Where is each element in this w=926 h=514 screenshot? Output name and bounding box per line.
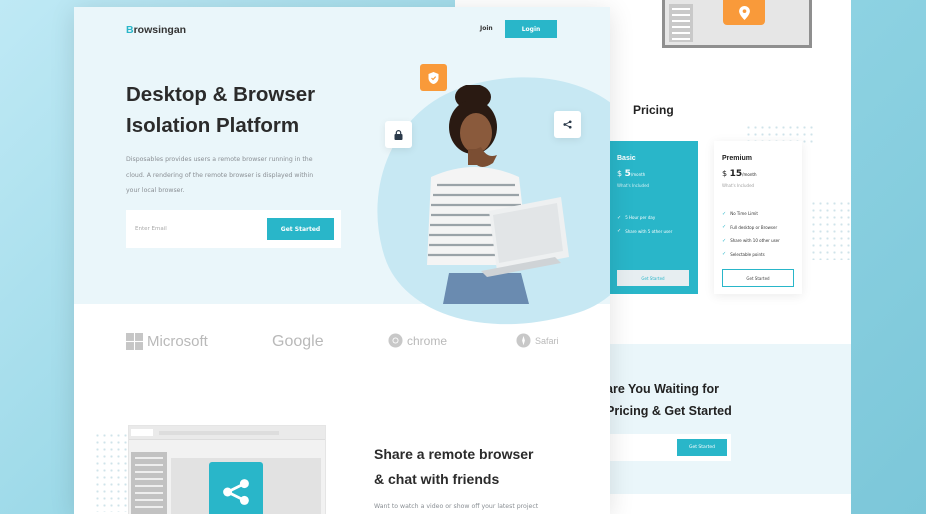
get-started-button[interactable]: Get Started	[267, 218, 334, 240]
plan-feature: ✓ No Time Limit	[722, 210, 758, 217]
landing-page: Browsingan Join Login Desktop & Browser …	[74, 7, 610, 514]
plan-price: $ 5/month	[617, 169, 646, 179]
login-button[interactable]: Login	[505, 20, 557, 38]
join-link[interactable]: Join	[480, 25, 493, 32]
plan-card-premium: Premium $ 15/month What's Included ✓ No T…	[714, 141, 802, 294]
hero-title: Desktop & Browser Isolation Platform	[126, 83, 316, 137]
check-icon: ✓	[617, 228, 622, 235]
hero-description: Disposables provides users a remote brow…	[126, 156, 314, 194]
plan-feature: ✓ 5 Hour per day	[617, 214, 656, 221]
location-pin-icon	[738, 5, 750, 20]
location-badge	[723, 0, 765, 25]
share-icon	[223, 479, 249, 505]
check-icon: ✓	[722, 237, 727, 244]
lock-badge	[385, 121, 412, 148]
lock-icon	[394, 129, 403, 140]
browser-sidebar	[131, 452, 167, 514]
dots-decor	[810, 200, 850, 260]
cta-get-started-button[interactable]: Get Started	[677, 439, 727, 456]
chrome-icon	[388, 333, 403, 348]
sidebar-lines	[669, 4, 693, 42]
check-icon: ✓	[722, 251, 727, 258]
woman-with-laptop-image	[427, 85, 569, 304]
cta-title: are You Waiting for Pricing & Get Starte…	[606, 382, 732, 418]
shield-icon	[428, 71, 439, 84]
basic-get-started-button[interactable]: Get Started	[617, 270, 689, 286]
feature-description: Want to watch a video or show off your l…	[374, 503, 539, 510]
plan-feature-list: ✓ No Time Limit ✓ Full desktop or Browser …	[722, 207, 780, 261]
compass-icon	[516, 333, 531, 348]
brand-logos-row: Microsoft Google chrome Safari	[74, 325, 610, 365]
plan-feature: ✓ Selectable points	[722, 251, 765, 258]
plan-included-label: What's Included	[722, 183, 755, 188]
plan-name: Premium	[722, 155, 752, 162]
plan-name: Basic	[617, 155, 636, 162]
safari-logo: Safari	[516, 333, 559, 348]
plan-feature: ✓ Share with 5 other user	[617, 228, 673, 235]
chrome-logo: chrome	[388, 333, 447, 348]
plan-feature: ✓ Full desktop or Browser	[722, 224, 778, 231]
pricing-title: Pricing	[633, 103, 674, 117]
plan-included-label: What's Included	[617, 183, 650, 188]
premium-get-started-button[interactable]: Get Started	[722, 269, 794, 287]
plan-card-basic: Basic $ 5/month What's Included ✓ 5 Hour …	[609, 141, 698, 294]
check-icon: ✓	[722, 224, 727, 231]
microsoft-logo: Microsoft	[126, 333, 208, 350]
windows-icon	[126, 333, 143, 350]
check-icon: ✓	[617, 214, 622, 221]
plan-feature: ✓ Share with 10 other user	[722, 237, 780, 244]
check-icon: ✓	[722, 210, 727, 217]
browser-toolbar	[129, 426, 325, 440]
google-logo: Google	[272, 333, 324, 350]
email-input[interactable]: Enter Email	[135, 226, 167, 232]
share-tile	[209, 462, 263, 514]
email-signup: Enter Email Get Started	[126, 210, 341, 248]
plan-price: $ 15/month	[722, 169, 757, 179]
brand-logo[interactable]: Browsingan	[126, 24, 186, 36]
plan-feature-list: ✓ 5 Hour per day ✓ Share with 5 other user	[617, 211, 672, 238]
feature-title: Share a remote browser & chat with frien…	[374, 446, 534, 487]
